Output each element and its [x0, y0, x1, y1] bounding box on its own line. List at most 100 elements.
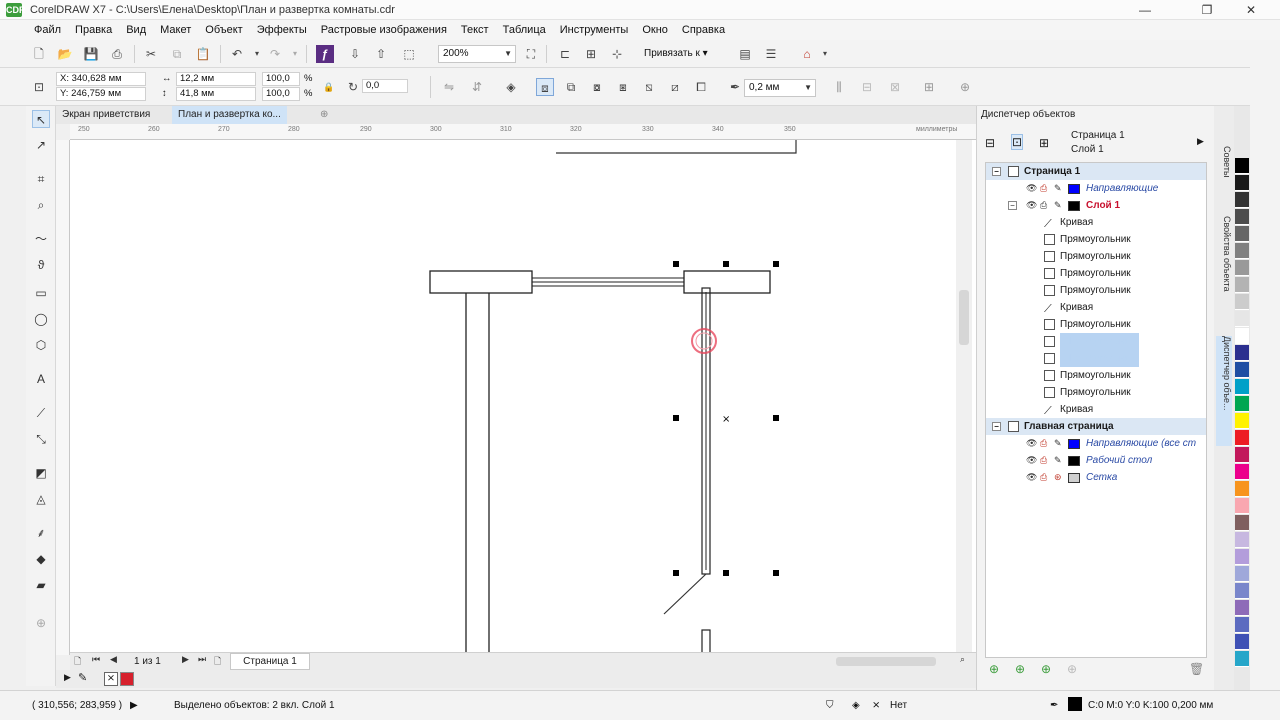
- eyedropper-icon[interactable]: ✎: [78, 671, 87, 684]
- drop-shadow-tool-icon[interactable]: ◩: [32, 464, 50, 482]
- redo-icon[interactable]: ↷: [266, 45, 284, 63]
- show-grid-icon[interactable]: ⊞: [582, 45, 600, 63]
- selection-handle[interactable]: [723, 570, 729, 576]
- color-swatch[interactable]: [1235, 600, 1249, 616]
- red-color-swatch[interactable]: [120, 672, 134, 686]
- color-swatch[interactable]: [1235, 532, 1249, 548]
- tree-row-object[interactable]: Прямоугольник: [986, 282, 1206, 299]
- delete-trash-icon[interactable]: 🗑: [1189, 662, 1204, 676]
- menu-text[interactable]: Текст: [461, 24, 489, 36]
- rectangle-shape[interactable]: [683, 270, 771, 294]
- color-swatch[interactable]: [1235, 481, 1249, 497]
- tree-row-master-layer[interactable]: 👁 ⎙ ⊛ Сетка: [986, 469, 1206, 486]
- combine-icon[interactable]: ◈: [502, 78, 520, 96]
- freehand-tool-icon[interactable]: 〜: [32, 230, 50, 248]
- visibility-eye-icon[interactable]: 👁: [1026, 180, 1037, 197]
- tab-object-properties[interactable]: Свойства объекта: [1216, 216, 1232, 316]
- visibility-eye-icon[interactable]: 👁: [1026, 469, 1037, 486]
- tab-document[interactable]: План и развертка ко...: [172, 106, 287, 124]
- menu-table[interactable]: Таблица: [503, 24, 546, 36]
- color-swatch[interactable]: [1235, 294, 1249, 310]
- zoom-icon[interactable]: ⌕: [960, 654, 965, 665]
- outline-width-select[interactable]: 0,2 мм ▼: [744, 79, 816, 97]
- selection-handle[interactable]: [723, 261, 729, 267]
- show-guidelines-icon[interactable]: ⊹: [608, 45, 626, 63]
- tree-row-object[interactable]: Прямоугольник: [986, 367, 1206, 384]
- color-swatch[interactable]: [1235, 464, 1249, 480]
- minimize-button[interactable]: —: [1130, 0, 1160, 20]
- print-icon[interactable]: ⎙: [1040, 452, 1047, 469]
- new-master-layer-odd-icon[interactable]: ⊕: [1041, 662, 1051, 676]
- menu-help[interactable]: Справка: [682, 24, 725, 36]
- horizontal-ruler[interactable]: 250 260 270 280 290 300 310 320 330 340 …: [70, 124, 976, 140]
- color-swatch[interactable]: [1235, 634, 1249, 650]
- color-swatch[interactable]: [1235, 396, 1249, 412]
- tree-row-object[interactable]: Прямоугольник: [986, 265, 1206, 282]
- application-launcher-icon[interactable]: ▤: [736, 45, 754, 63]
- menu-effects[interactable]: Эффекты: [257, 24, 307, 36]
- color-swatch[interactable]: [1235, 277, 1249, 293]
- selection-handle[interactable]: [773, 261, 779, 267]
- trim-icon[interactable]: ⧉: [562, 78, 580, 96]
- undo-icon[interactable]: ↶: [228, 45, 246, 63]
- color-swatch[interactable]: [1235, 515, 1249, 531]
- color-swatch[interactable]: [1235, 311, 1249, 327]
- menu-window[interactable]: Окно: [642, 24, 668, 36]
- color-swatch[interactable]: [1235, 549, 1249, 565]
- new-master-layer-icon[interactable]: ⊕: [1015, 662, 1025, 676]
- position-x-field[interactable]: X: 340,628 мм: [56, 72, 146, 86]
- previous-page-icon[interactable]: ◀: [110, 654, 117, 665]
- redo-dropdown-icon[interactable]: ▾: [286, 45, 304, 63]
- no-color-swatch[interactable]: ⨯: [104, 672, 118, 686]
- tree-row-master-layer[interactable]: 👁 ⎙ ✎ Направляющие (все ст: [986, 435, 1206, 452]
- color-swatch[interactable]: [1235, 617, 1249, 633]
- ellipse-tool-icon[interactable]: ◯: [32, 310, 50, 328]
- tree-row-object[interactable]: Прямоугольник: [986, 384, 1206, 401]
- wrap-text-icon[interactable]: ⊞: [920, 78, 938, 96]
- zoom-level-select[interactable]: 200% ▼: [438, 45, 516, 63]
- last-page-icon[interactable]: ⏭: [198, 654, 206, 665]
- scroll-thumb[interactable]: [959, 290, 969, 345]
- print-icon[interactable]: ⎙: [1040, 469, 1047, 486]
- new-tab-icon[interactable]: ⊕: [314, 106, 334, 124]
- color-swatch[interactable]: [1235, 175, 1249, 191]
- door-swing-curve[interactable]: [663, 573, 707, 615]
- horizontal-scroll-thumb[interactable]: [836, 657, 936, 666]
- new-document-icon[interactable]: 🗋: [30, 45, 48, 63]
- connector-tool-icon[interactable]: ⤡: [32, 430, 50, 448]
- selection-handle[interactable]: [673, 415, 679, 421]
- text-tool-icon[interactable]: A: [32, 370, 50, 388]
- tree-row-object[interactable]: Прямоугольник: [986, 231, 1206, 248]
- selection-handle[interactable]: [673, 570, 679, 576]
- lock-ratio-icon[interactable]: 🔒: [320, 78, 338, 96]
- transparency-tool-icon[interactable]: ◬: [32, 490, 50, 508]
- zoom-tool-icon[interactable]: ⌕: [32, 196, 50, 214]
- smart-fill-tool-icon[interactable]: ▰: [32, 576, 50, 594]
- position-y-field[interactable]: Y: 246,759 мм: [56, 87, 146, 101]
- scale-x-field[interactable]: 100,0: [262, 72, 300, 86]
- export-icon[interactable]: ⇧: [372, 45, 390, 63]
- mirror-horizontal-icon[interactable]: ⇋: [440, 78, 458, 96]
- color-swatch[interactable]: [1235, 651, 1249, 667]
- tree-row-layer[interactable]: 👁 ⎙ ✎ Направляющие: [986, 180, 1206, 197]
- color-swatch[interactable]: [1235, 243, 1249, 259]
- print-icon[interactable]: ⎙: [108, 45, 126, 63]
- collapse-icon[interactable]: −: [992, 167, 1001, 176]
- tab-hints[interactable]: Советы: [1216, 146, 1232, 186]
- show-properties-icon[interactable]: ⊟: [985, 136, 995, 150]
- show-object-properties-icon[interactable]: ⊡: [1011, 134, 1024, 150]
- color-swatch[interactable]: [1235, 158, 1249, 174]
- color-swatch[interactable]: [1235, 379, 1249, 395]
- edit-pen-icon[interactable]: ✎: [1054, 452, 1062, 469]
- selection-handle[interactable]: [673, 261, 679, 267]
- front-minus-back-icon[interactable]: ⧅: [640, 78, 658, 96]
- tree-row-object-selected[interactable]: Прямоугольник: [986, 333, 1206, 350]
- selection-center-marker[interactable]: ×: [722, 414, 730, 425]
- tree-row-object[interactable]: ⟋ Кривая: [986, 401, 1206, 418]
- eyedropper-tool-icon[interactable]: ⸙: [32, 524, 50, 542]
- undo-dropdown-icon[interactable]: ▾: [248, 45, 266, 63]
- close-button[interactable]: ✕: [1236, 0, 1266, 20]
- edit-pen-icon[interactable]: ✎: [1054, 180, 1062, 197]
- print-icon[interactable]: ⎙: [1040, 197, 1047, 214]
- vertical-ruler[interactable]: [56, 140, 70, 655]
